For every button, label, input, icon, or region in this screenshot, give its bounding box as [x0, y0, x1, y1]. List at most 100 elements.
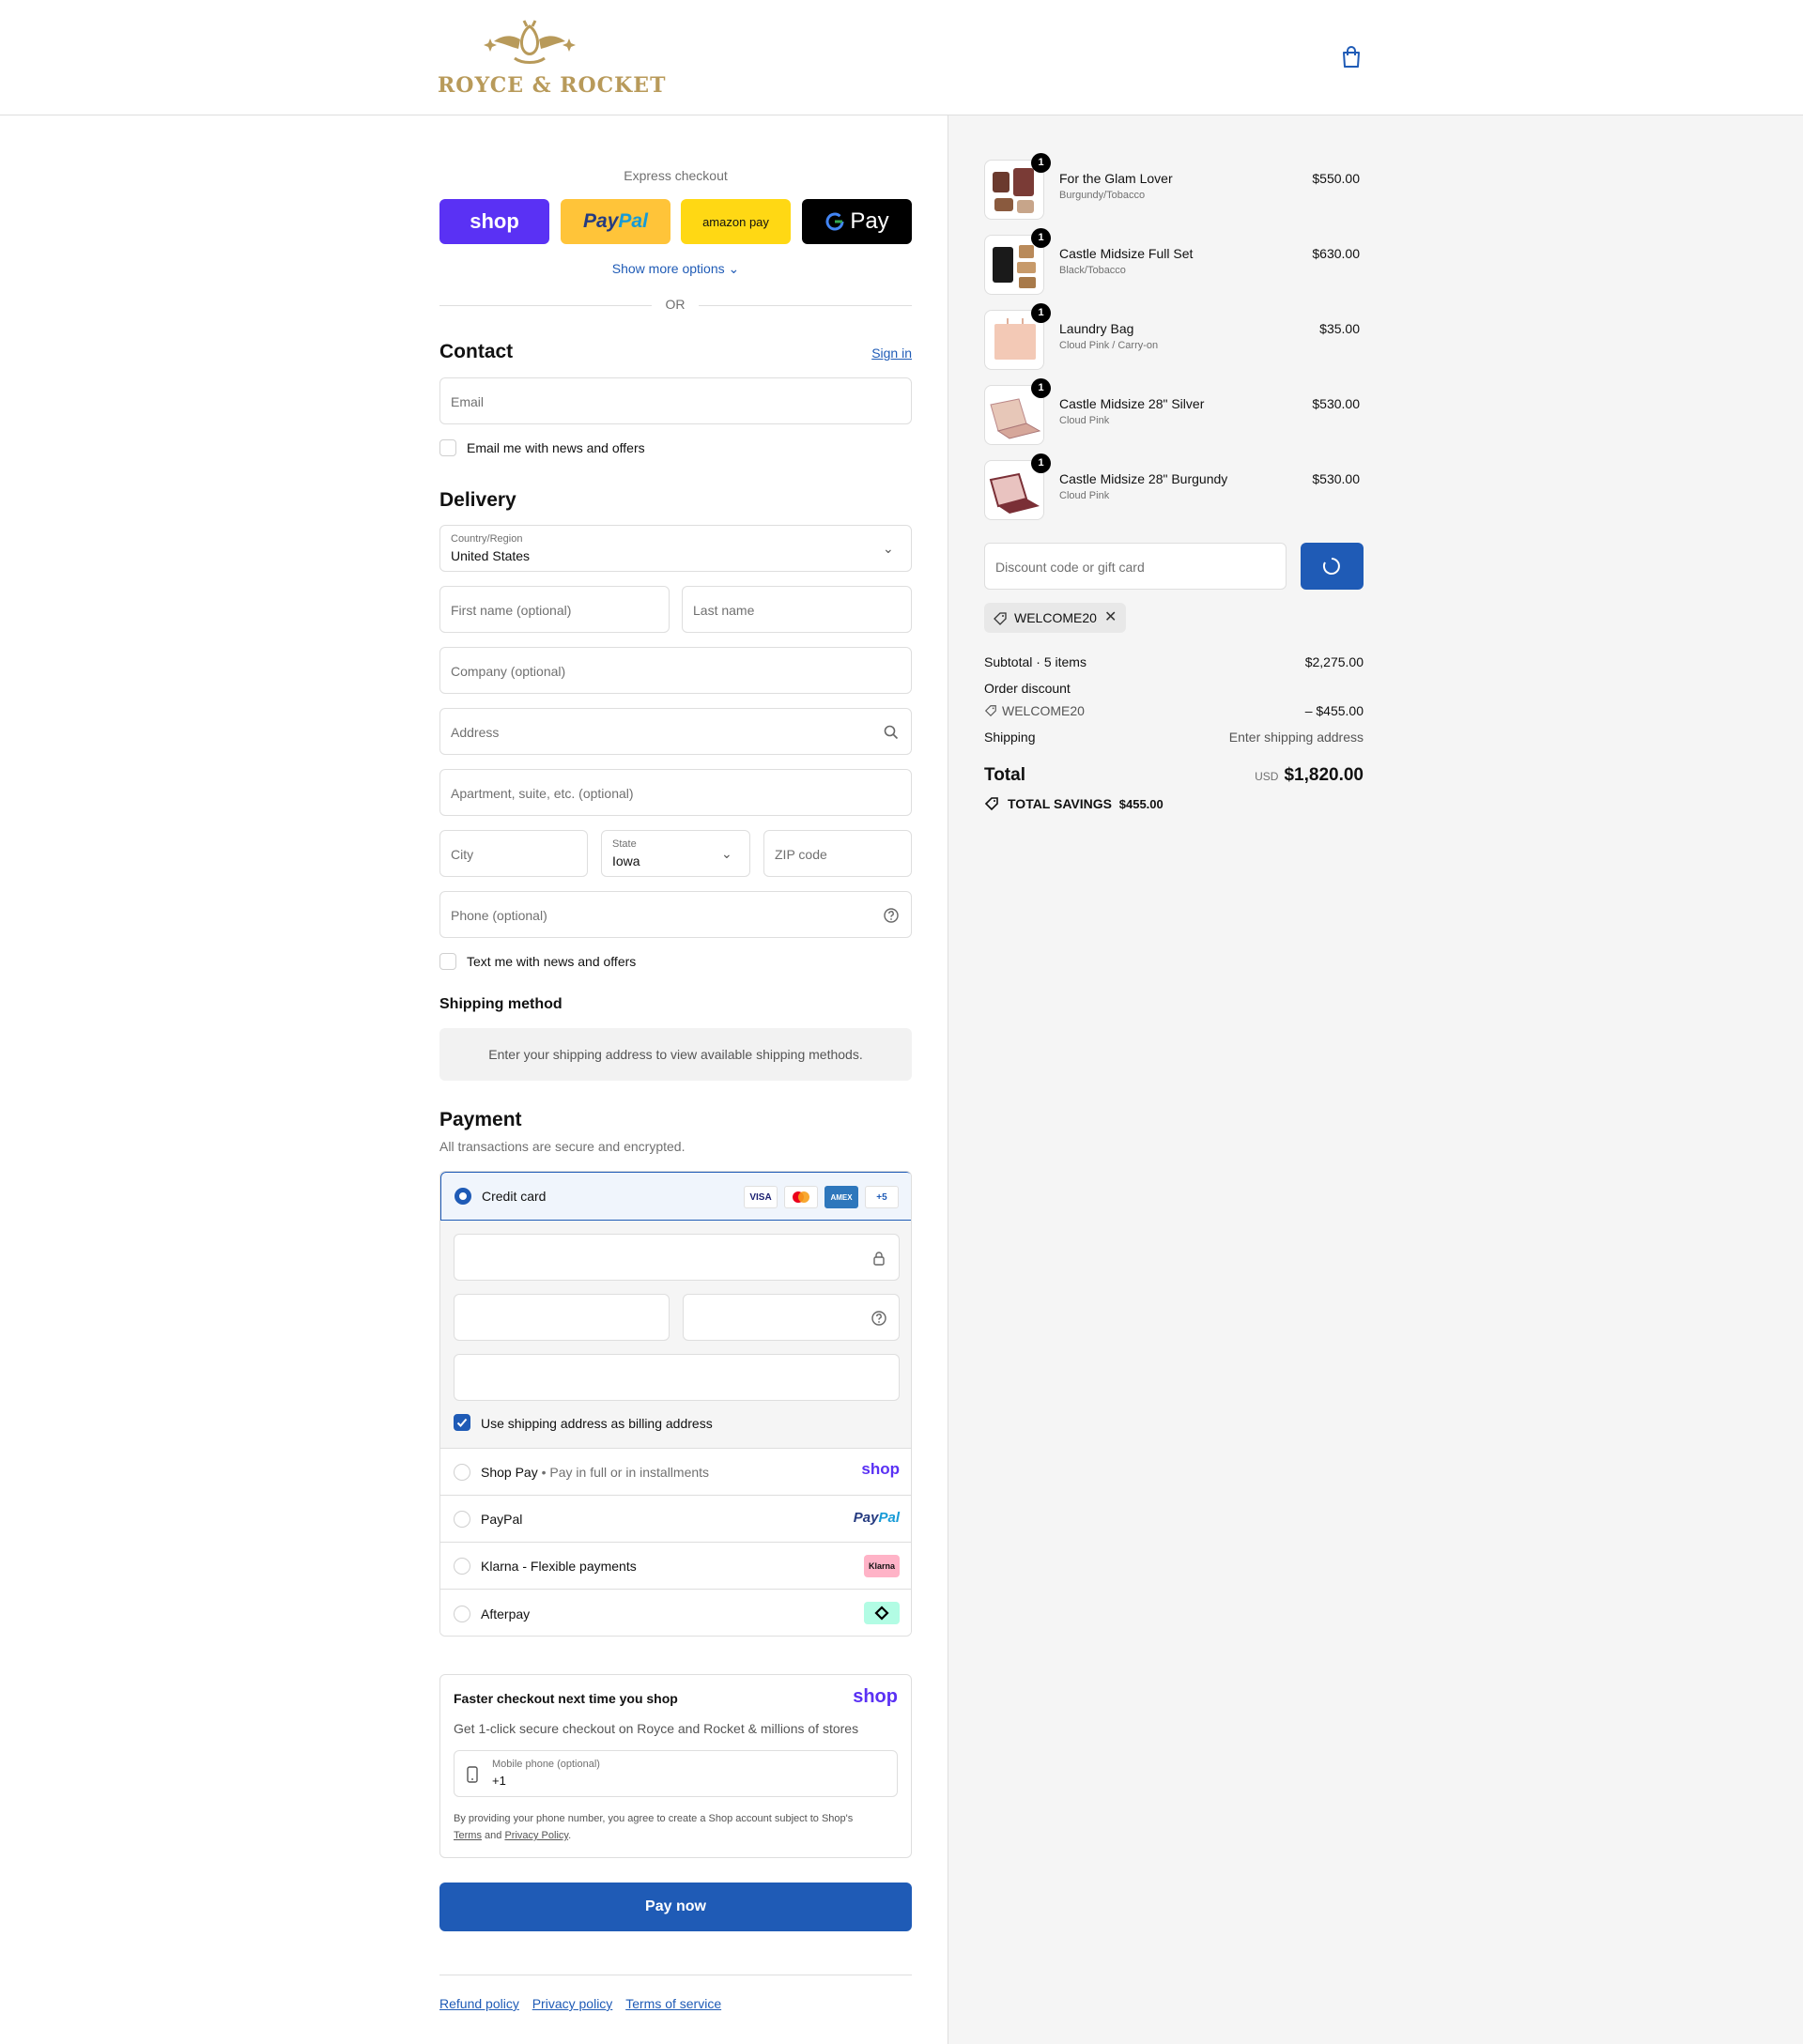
text-news-checkbox[interactable]: [439, 953, 456, 970]
help-circle-icon[interactable]: [871, 1310, 887, 1327]
discount-code-field[interactable]: Discount code or gift card: [984, 543, 1287, 590]
country-select[interactable]: Country/Region United States ⌄: [439, 525, 912, 572]
pay-now-button[interactable]: Pay now: [439, 1883, 912, 1931]
payment-methods: Credit card VISA AMEX +5 Use shipping ad…: [439, 1171, 912, 1637]
paypal-radio[interactable]: [454, 1511, 470, 1528]
order-discount-row: Order discount: [984, 681, 1364, 696]
total-value: $1,820.00: [1284, 765, 1364, 785]
email-news-checkbox[interactable]: [439, 439, 456, 456]
payment-title: Payment: [439, 1109, 522, 1130]
zip-field[interactable]: ZIP code: [763, 830, 912, 877]
shop-legal-body: By providing your phone number, you agre…: [454, 1813, 854, 1824]
quantity-badge: 1: [1031, 378, 1051, 398]
credit-card-option[interactable]: Credit card VISA AMEX +5: [440, 1172, 911, 1221]
sign-in-link[interactable]: Sign in: [871, 346, 912, 361]
savings-label: TOTAL SAVINGS: [1008, 796, 1112, 811]
shop-pay-radio[interactable]: [454, 1464, 470, 1481]
search-icon: [884, 725, 899, 740]
first-name-field[interactable]: First name (optional): [439, 586, 670, 633]
shop-terms-link[interactable]: Terms: [454, 1830, 482, 1841]
tag-icon: [984, 705, 996, 717]
checkmark-icon: [456, 1418, 468, 1427]
last-name-placeholder: Last name: [693, 603, 755, 618]
item-variant: Cloud Pink: [1059, 490, 1110, 501]
shipping-method-message: Enter your shipping address to view avai…: [439, 1028, 912, 1081]
shipping-row: Shipping Enter shipping address: [984, 730, 1364, 745]
state-select[interactable]: State Iowa ⌄: [601, 830, 750, 877]
show-more-label: Show more options: [611, 261, 725, 276]
show-more-options-link[interactable]: Show more options ⌄: [439, 261, 912, 277]
apartment-field[interactable]: Apartment, suite, etc. (optional): [439, 769, 912, 816]
contact-title: Contact: [439, 341, 514, 362]
email-placeholder: Email: [451, 394, 485, 409]
security-code-field[interactable]: [683, 1294, 900, 1341]
total-savings: TOTAL SAVINGS $455.00: [1008, 796, 1163, 811]
name-on-card-field[interactable]: [454, 1354, 900, 1401]
item-name: Castle Midsize 28" Silver: [1059, 396, 1205, 411]
total-amount: USD $1,820.00: [1255, 765, 1364, 786]
company-field[interactable]: Company (optional): [439, 647, 912, 694]
afterpay-arrows-icon: [874, 1606, 889, 1621]
google-pay-express-button[interactable]: Pay: [802, 199, 912, 244]
total-label: Total: [984, 765, 1025, 785]
loading-spinner-icon: [1322, 558, 1340, 575]
paypal-label: PayPal: [481, 1512, 523, 1527]
help-circle-icon[interactable]: [883, 907, 900, 924]
shop-pay-option[interactable]: Shop Pay • Pay in full or in installment…: [440, 1448, 911, 1495]
afterpay-logo: [864, 1602, 900, 1624]
mobile-phone-field[interactable]: Mobile phone (optional) +1: [454, 1750, 898, 1797]
shop-privacy-link[interactable]: Privacy Policy: [504, 1830, 568, 1841]
item-price: $630.00: [1312, 246, 1360, 261]
phone-field[interactable]: Phone (optional): [439, 891, 912, 938]
amazon-pay-express-button[interactable]: amazon pay: [681, 199, 791, 244]
shop-pay-subtitle: Pay in full or in installments: [549, 1465, 710, 1480]
privacy-policy-link[interactable]: Privacy policy: [532, 1996, 613, 2011]
card-number-field[interactable]: [454, 1234, 900, 1281]
country-label: Country/Region: [451, 533, 523, 545]
city-field[interactable]: City: [439, 830, 588, 877]
header: ROYCE & ROCKET: [0, 0, 1803, 115]
mastercard-icon: [793, 1191, 809, 1203]
shop-account-promo: Faster checkout next time you shop shop …: [439, 1674, 912, 1858]
brand-logo[interactable]: ROYCE & ROCKET: [438, 15, 665, 101]
shopping-bag-icon[interactable]: [1341, 46, 1362, 69]
afterpay-option[interactable]: Afterpay: [440, 1589, 911, 1636]
lock-icon: [873, 1252, 885, 1266]
afterpay-radio[interactable]: [454, 1606, 470, 1622]
paypal-express-button[interactable]: Pay Pal: [561, 199, 670, 244]
city-placeholder: City: [451, 847, 474, 862]
item-name: Castle Midsize Full Set: [1059, 246, 1194, 261]
address-placeholder: Address: [451, 725, 500, 740]
email-news-label: Email me with news and offers: [467, 440, 645, 455]
last-name-field[interactable]: Last name: [682, 586, 912, 633]
item-price: $35.00: [1319, 321, 1360, 336]
payment-subtitle: All transactions are secure and encrypte…: [439, 1139, 686, 1154]
paypal-option[interactable]: PayPal PayPal: [440, 1495, 911, 1542]
or-separator: OR: [652, 297, 699, 312]
close-icon[interactable]: ✕: [1104, 607, 1117, 626]
country-value: United States: [451, 548, 531, 563]
chevron-down-icon: ⌄: [728, 261, 740, 276]
quantity-badge: 1: [1031, 228, 1051, 248]
address-field[interactable]: Address: [439, 708, 912, 755]
paypal-logo-pay: Pay: [853, 1510, 879, 1526]
shop-pay-express-button[interactable]: shop: [439, 199, 549, 244]
total-row: Total USD $1,820.00: [984, 765, 1364, 790]
discount-code-label: WELCOME20: [1002, 703, 1085, 718]
express-checkout-title: Express checkout: [624, 168, 728, 183]
text-news-label: Text me with news and offers: [467, 954, 637, 969]
klarna-option[interactable]: Klarna - Flexible payments Klarna: [440, 1542, 911, 1589]
credit-card-radio[interactable]: [455, 1188, 471, 1205]
apply-discount-button[interactable]: [1301, 543, 1364, 590]
shop-pay-label: Shop Pay • Pay in full or in installment…: [481, 1465, 710, 1480]
credit-card-label: Credit card: [482, 1189, 547, 1204]
billing-address-checkbox[interactable]: [454, 1414, 470, 1431]
klarna-label: Klarna - Flexible payments: [481, 1559, 637, 1574]
klarna-radio[interactable]: [454, 1558, 470, 1575]
terms-of-service-link[interactable]: Terms of service: [625, 1996, 721, 2011]
expiration-field[interactable]: [454, 1294, 670, 1341]
refund-policy-link[interactable]: Refund policy: [439, 1996, 519, 2011]
shop-promo-title: Faster checkout next time you shop: [454, 1691, 678, 1706]
email-field[interactable]: Email: [439, 377, 912, 424]
state-label: State: [612, 838, 637, 850]
